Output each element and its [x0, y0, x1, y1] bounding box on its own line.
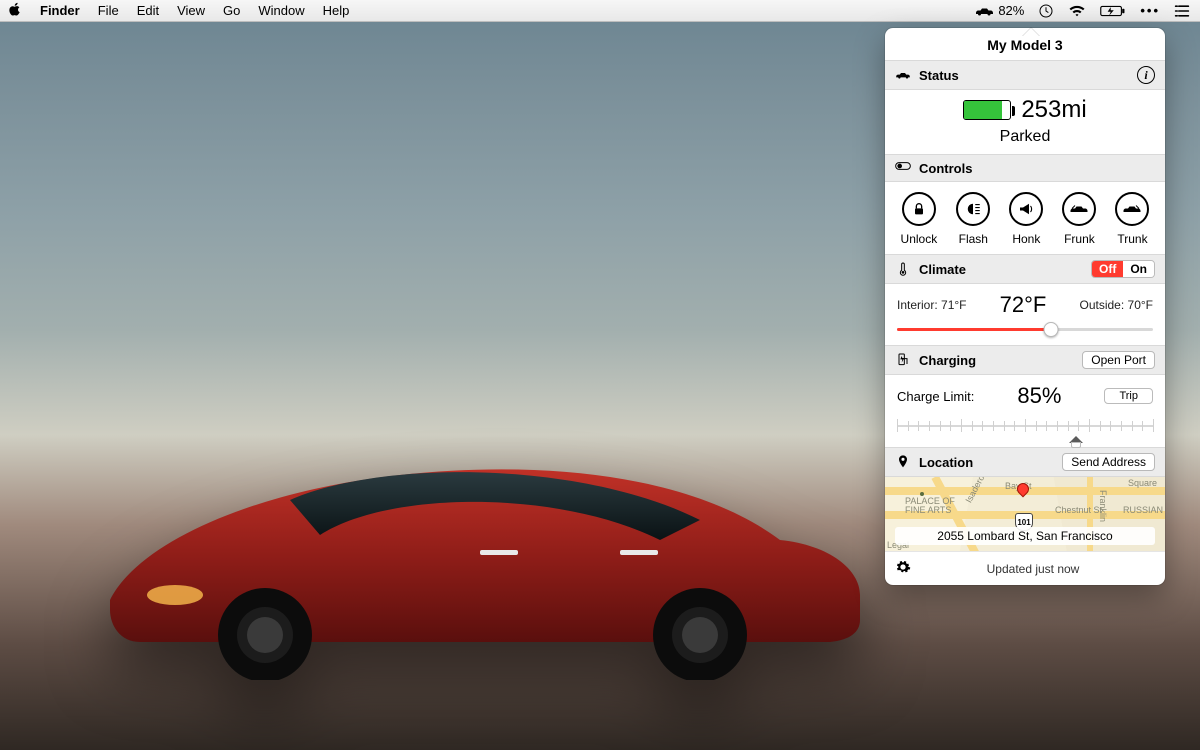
interior-temp: Interior: 71°F	[897, 298, 967, 312]
menu-edit[interactable]: Edit	[137, 3, 159, 18]
list-icon[interactable]	[1174, 4, 1190, 18]
charging-heading: Charging Open Port	[885, 345, 1165, 375]
trip-button[interactable]: Trip	[1104, 388, 1153, 404]
apple-menu-icon[interactable]	[8, 2, 22, 19]
climate-on[interactable]: On	[1123, 261, 1154, 277]
send-address-button[interactable]: Send Address	[1062, 453, 1155, 471]
charging-body: Charge Limit: 85% Trip	[885, 375, 1165, 447]
active-app-name[interactable]: Finder	[40, 3, 80, 18]
wifi-icon[interactable]	[1068, 4, 1086, 18]
car-icon	[895, 67, 911, 83]
menu-view[interactable]: View	[177, 3, 205, 18]
car-icon	[974, 5, 994, 17]
map-label: Franklin	[1098, 490, 1108, 522]
headlight-icon	[964, 200, 982, 218]
charge-limit-slider[interactable]	[897, 419, 1153, 433]
tesla-popover: My Model 3 Status i 253mi Parked Control…	[885, 28, 1165, 585]
overflow-icon[interactable]: •••	[1140, 3, 1160, 18]
location-heading: Location Send Address	[885, 447, 1165, 477]
toggle-icon	[895, 160, 911, 176]
menu-help[interactable]: Help	[323, 3, 350, 18]
unlock-button[interactable]: Unlock	[901, 192, 938, 246]
menu-file[interactable]: File	[98, 3, 119, 18]
status-heading-label: Status	[919, 68, 1129, 83]
battery-icon[interactable]	[1100, 4, 1126, 18]
horn-icon	[1017, 200, 1035, 218]
open-port-button[interactable]: Open Port	[1082, 351, 1155, 369]
honk-label: Honk	[1012, 232, 1040, 246]
menu-window[interactable]: Window	[258, 3, 304, 18]
controls-heading: Controls	[885, 154, 1165, 182]
flash-label: Flash	[959, 232, 988, 246]
menubar-tesla-status[interactable]: 82%	[974, 3, 1024, 18]
flash-button[interactable]: Flash	[956, 192, 990, 246]
map-label: RUSSIAN	[1123, 505, 1163, 515]
controls-body: Unlock Flash Honk Frunk Trunk	[885, 182, 1165, 254]
vehicle-state: Parked	[895, 128, 1155, 146]
vehicle-address: 2055 Lombard St, San Francisco	[895, 527, 1155, 545]
honk-button[interactable]: Honk	[1009, 192, 1043, 246]
vehicle-battery-meter	[963, 100, 1011, 120]
pin-icon	[895, 454, 911, 470]
outside-temp: Outside: 70°F	[1080, 298, 1154, 312]
climate-heading: Climate Off On	[885, 254, 1165, 284]
location-map[interactable]: Bay St Chestnut St PALACE OF FINE ARTS R…	[885, 477, 1165, 551]
controls-heading-label: Controls	[919, 161, 1155, 176]
info-icon[interactable]: i	[1137, 66, 1155, 84]
menu-go[interactable]: Go	[223, 3, 240, 18]
frunk-icon	[1069, 202, 1089, 216]
desktop-wallpaper-car	[60, 420, 880, 680]
trunk-button[interactable]: Trunk	[1115, 192, 1149, 246]
lock-icon	[911, 201, 927, 217]
map-label: Square	[1128, 478, 1157, 488]
map-label: Chestnut St	[1055, 505, 1102, 515]
charge-limit-value: 85%	[1017, 383, 1061, 409]
climate-toggle[interactable]: Off On	[1091, 260, 1155, 278]
popover-footer: Updated just now	[885, 551, 1165, 585]
menubar-left: Finder File Edit View Go Window Help	[8, 2, 349, 19]
last-updated: Updated just now	[911, 562, 1155, 576]
unlock-label: Unlock	[901, 232, 938, 246]
charge-limit-label: Charge Limit:	[897, 389, 974, 404]
menubar-right: 82% •••	[974, 3, 1190, 19]
location-heading-label: Location	[919, 455, 1054, 470]
frunk-button[interactable]: Frunk	[1062, 192, 1096, 246]
menubar-battery-pct: 82%	[998, 3, 1024, 18]
trunk-icon	[1122, 202, 1142, 216]
trunk-label: Trunk	[1117, 232, 1147, 246]
climate-slider[interactable]	[897, 328, 1153, 331]
macos-menubar: Finder File Edit View Go Window Help 82%…	[0, 0, 1200, 22]
gear-icon[interactable]	[895, 559, 911, 578]
frunk-label: Frunk	[1064, 232, 1095, 246]
status-body: 253mi Parked	[885, 90, 1165, 154]
thermometer-icon	[895, 261, 911, 277]
target-temp: 72°F	[1000, 292, 1047, 318]
status-heading: Status i	[885, 60, 1165, 90]
charging-heading-label: Charging	[919, 353, 1074, 368]
range-value: 253mi	[1021, 96, 1086, 124]
climate-body: Interior: 71°F 72°F Outside: 70°F	[885, 284, 1165, 345]
map-label: PALACE OF FINE ARTS	[905, 497, 955, 515]
climate-heading-label: Climate	[919, 262, 1083, 277]
location-body: Bay St Chestnut St PALACE OF FINE ARTS R…	[885, 477, 1165, 551]
charging-icon	[895, 352, 911, 368]
popover-title: My Model 3	[885, 28, 1165, 60]
clock-icon[interactable]	[1038, 3, 1054, 19]
climate-off[interactable]: Off	[1092, 261, 1123, 277]
